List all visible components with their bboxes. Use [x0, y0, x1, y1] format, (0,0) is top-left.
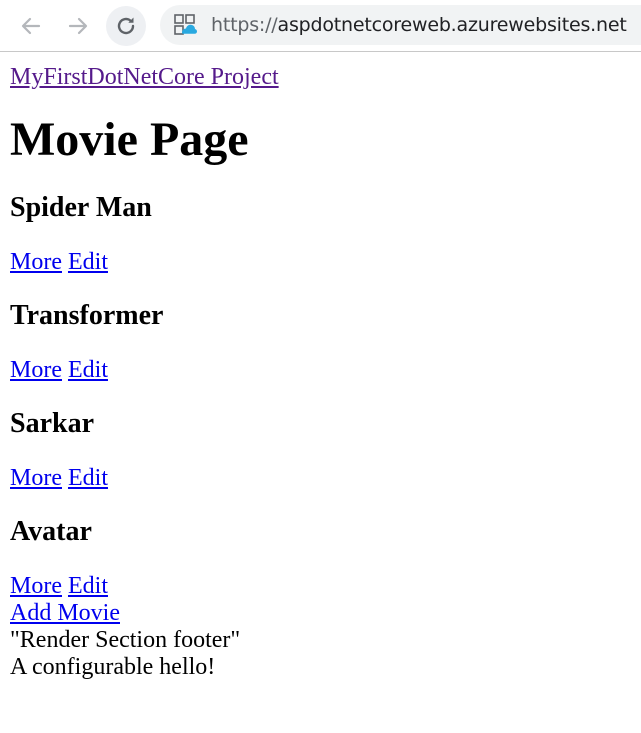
page-content: MyFirstDotNetCore Project Movie Page Spi… — [0, 64, 641, 681]
edit-link[interactable]: Edit — [68, 249, 108, 275]
site-cloud-icon — [174, 14, 197, 35]
url-scheme: https:// — [211, 14, 278, 36]
url-text: https://aspdotnetcoreweb.azurewebsites.n… — [211, 14, 627, 36]
movie-item: Spider Man More Edit — [10, 192, 631, 276]
browser-toolbar: https://aspdotnetcoreweb.azurewebsites.n… — [0, 0, 641, 52]
reload-button[interactable] — [106, 6, 146, 46]
forward-button[interactable] — [58, 6, 98, 46]
page-title: Movie Page — [10, 113, 249, 166]
back-arrow-icon — [21, 17, 41, 35]
add-movie-link[interactable]: Add Movie — [10, 600, 120, 626]
edit-link[interactable]: Edit — [68, 573, 108, 599]
url-host: aspdotnetcoreweb.azurewebsites.net — [277, 14, 627, 36]
movie-actions: More Edit — [10, 573, 631, 600]
edit-link[interactable]: Edit — [68, 357, 108, 383]
address-bar[interactable]: https://aspdotnetcoreweb.azurewebsites.n… — [160, 5, 641, 45]
greeting-text: A configurable hello! — [10, 654, 216, 680]
forward-arrow-icon — [68, 17, 88, 35]
more-link[interactable]: More — [10, 357, 62, 383]
more-link[interactable]: More — [10, 465, 62, 491]
movie-item: Transformer More Edit — [10, 300, 631, 384]
movie-title: Transformer — [10, 300, 164, 331]
site-header: MyFirstDotNetCore Project — [10, 64, 631, 91]
movie-actions: More Edit — [10, 357, 631, 384]
movie-item: Avatar More Edit — [10, 516, 631, 600]
edit-link[interactable]: Edit — [68, 465, 108, 491]
add-movie-row: Add Movie — [10, 600, 631, 627]
more-link[interactable]: More — [10, 249, 62, 275]
movie-item: Sarkar More Edit — [10, 408, 631, 492]
movie-title: Spider Man — [10, 192, 152, 223]
render-section-footer: "Render Section footer" — [10, 627, 241, 653]
reload-icon — [117, 17, 135, 35]
movie-title: Avatar — [10, 516, 92, 547]
movie-actions: More Edit — [10, 465, 631, 492]
movie-actions: More Edit — [10, 249, 631, 276]
back-button[interactable] — [11, 6, 51, 46]
movie-title: Sarkar — [10, 408, 94, 439]
more-link[interactable]: More — [10, 573, 62, 599]
movie-list: Spider Man More Edit Transformer More Ed… — [10, 192, 631, 600]
site-home-link[interactable]: MyFirstDotNetCore Project — [10, 64, 279, 90]
